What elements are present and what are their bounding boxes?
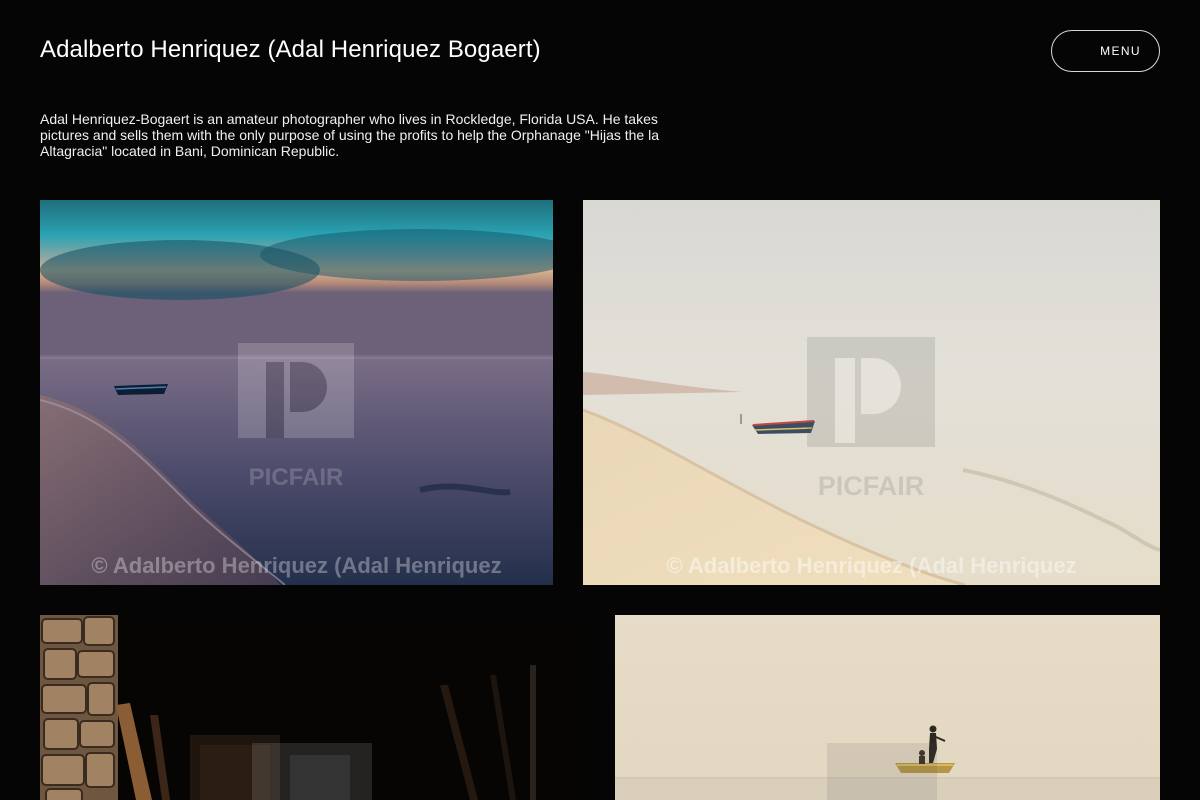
gallery-photo[interactable]: PICFAIR © Adalberto Henriquez (Adal Henr…	[583, 200, 1160, 585]
portfolio-page: Adalberto Henriquez (Adal Henriquez Boga…	[0, 0, 1200, 800]
photo-fisherman-image	[615, 615, 1160, 800]
gallery-photo[interactable]: PICFAIR © Adalberto Henriquez (Adal Henr…	[40, 200, 553, 585]
photo-copyright-watermark: © Adalberto Henriquez (Adal Henriquez	[666, 553, 1077, 578]
picfair-watermark-icon	[827, 743, 937, 800]
picfair-watermark-icon: PICFAIR	[807, 337, 935, 501]
site-title[interactable]: Adalberto Henriquez (Adal Henriquez Boga…	[40, 34, 541, 66]
photo-stone-interior-image	[40, 615, 585, 800]
photographer-bio: Adal Henriquez-Bogaert is an amateur pho…	[40, 111, 659, 159]
gallery-photo[interactable]	[615, 615, 1160, 800]
photo-copyright-watermark: © Adalberto Henriquez (Adal Henriquez	[91, 553, 502, 578]
svg-text:PICFAIR: PICFAIR	[818, 471, 925, 501]
photo-misty-beach-image: PICFAIR	[583, 200, 1160, 585]
picfair-watermark-icon: PICFAIR	[238, 343, 354, 491]
gallery-photo[interactable]	[40, 615, 585, 800]
menu-button[interactable]: MENU	[1051, 30, 1160, 72]
svg-text:PICFAIR: PICFAIR	[249, 464, 344, 491]
photo-dusk-sea-image: PICFAIR	[40, 200, 553, 585]
picfair-watermark-icon	[252, 743, 372, 800]
